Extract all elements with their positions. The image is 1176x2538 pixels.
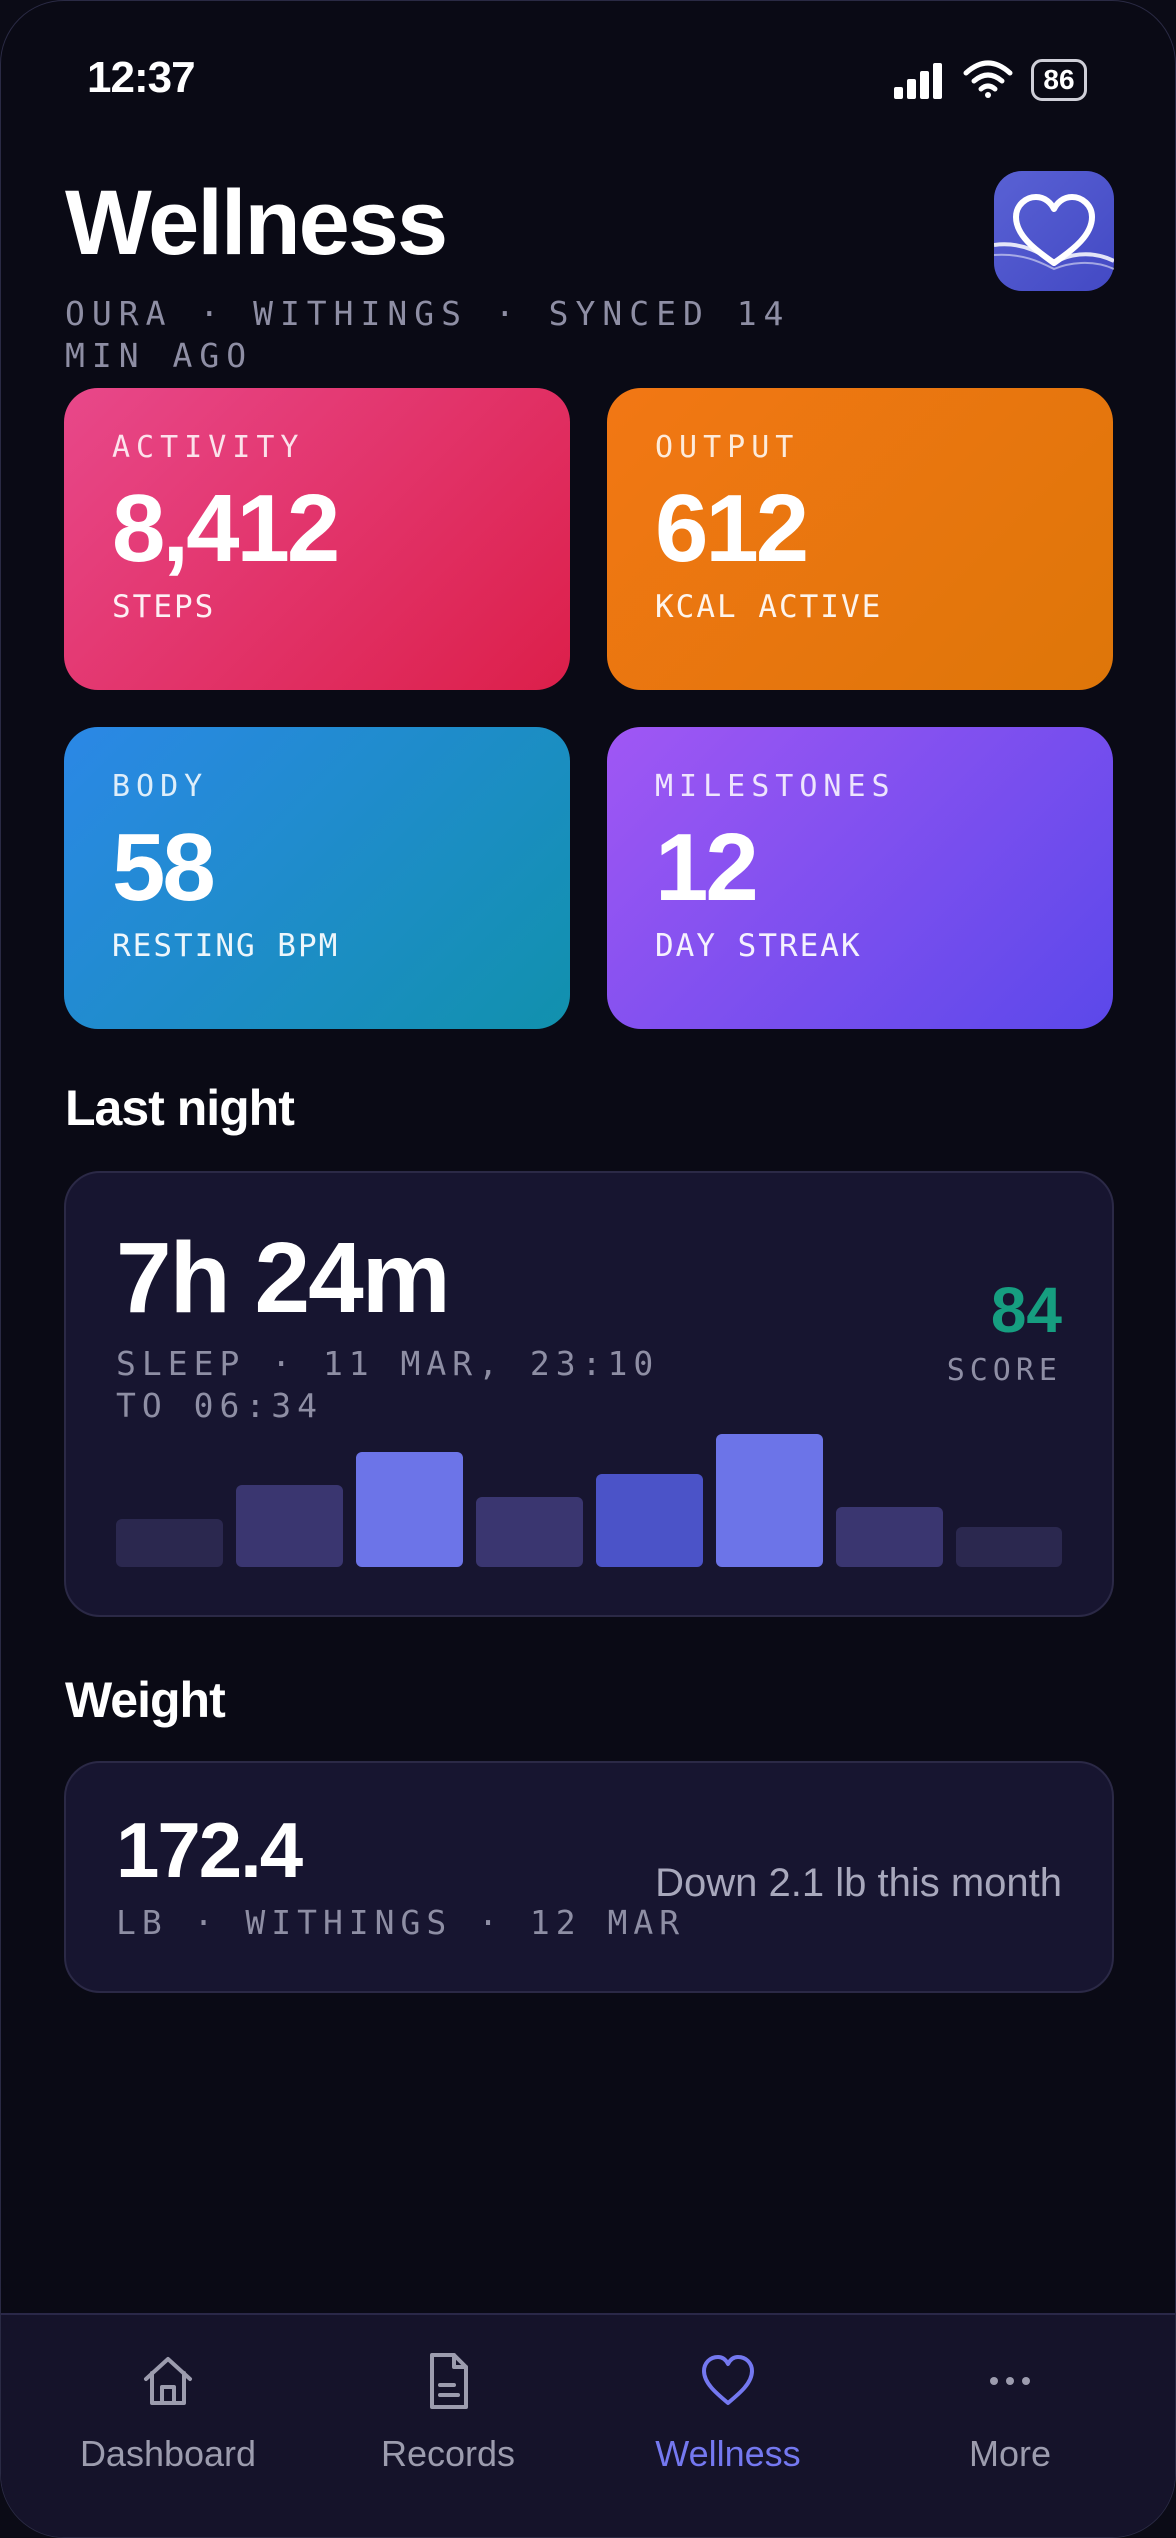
tile-label: OUTPUT — [655, 430, 800, 465]
tab-wellness[interactable]: Wellness — [581, 2315, 875, 2515]
page-title: Wellness — [65, 172, 448, 274]
sleep-bar — [956, 1527, 1062, 1567]
activity-tile[interactable]: ACTIVITY 8,412 STEPS — [64, 388, 570, 690]
sleep-section-title: Last night — [65, 1080, 295, 1136]
sleep-score: 84 — [990, 1274, 1062, 1346]
tab-records[interactable]: Records — [301, 2315, 595, 2515]
sleep-bar — [476, 1497, 583, 1567]
tile-value: 12 — [655, 814, 759, 921]
tile-value: 8,412 — [112, 475, 340, 582]
tile-label: BODY — [112, 769, 209, 804]
tab-label: Wellness — [655, 2433, 801, 2474]
weight-trend: Down 2.1 lb this month — [655, 1861, 1062, 1905]
sleep-bar — [596, 1474, 703, 1567]
home-icon — [144, 2357, 192, 2405]
milestones-tile[interactable]: MILESTONES 12 DAY STREAK — [607, 727, 1113, 1029]
tile-unit: DAY STREAK — [655, 928, 862, 964]
body-tile[interactable]: BODY 58 RESTING BPM — [64, 727, 570, 1029]
sleep-card[interactable]: 7h 24m SLEEP · 11 MAR, 23:10 TO 06:34 84… — [64, 1171, 1114, 1617]
tab-label: More — [968, 2433, 1052, 2474]
sleep-bar — [836, 1507, 943, 1567]
status-bar: 12:37 86 — [1, 1, 1175, 151]
sleep-score-label: SCORE — [946, 1353, 1062, 1388]
tile-value: 58 — [112, 814, 216, 921]
tile-value: 612 — [655, 475, 809, 582]
weight-value: 172.4 — [116, 1806, 303, 1894]
sleep-bar — [716, 1434, 823, 1567]
tile-unit: KCAL ACTIVE — [655, 589, 883, 625]
tab-dashboard[interactable]: Dashboard — [21, 2315, 315, 2515]
output-tile[interactable]: OUTPUT 612 KCAL ACTIVE — [607, 388, 1113, 690]
weight-section-title: Weight — [65, 1672, 226, 1728]
weight-card[interactable]: 172.4 LB · WITHINGS · 12 MAR Down 2.1 lb… — [64, 1761, 1114, 1993]
document-icon — [430, 2353, 468, 2409]
wifi-icon — [963, 60, 1013, 98]
tile-label: ACTIVITY — [112, 430, 305, 465]
tile-unit: STEPS — [112, 589, 216, 625]
wellness-app-icon[interactable] — [993, 171, 1115, 291]
tile-unit: RESTING BPM — [112, 928, 340, 964]
more-icon — [990, 2377, 1030, 2385]
sleep-bar — [116, 1519, 223, 1567]
status-time: 12:37 — [87, 53, 196, 102]
tab-bar: Dashboard Records Wellness More — [1, 2313, 1175, 2537]
signal-icon — [894, 63, 942, 99]
sleep-duration: 7h 24m — [116, 1222, 451, 1334]
sleep-detail: SLEEP · 11 MAR, 23:10 TO 06:34 — [116, 1344, 660, 1425]
tab-more[interactable]: More — [863, 2315, 1157, 2515]
tile-label: MILESTONES — [655, 769, 896, 804]
tab-label: Records — [380, 2433, 516, 2474]
phone-screen: 12:37 86 Wellness OURA · WITHINGS · SYNC… — [0, 0, 1176, 2538]
sleep-bar — [236, 1485, 343, 1567]
battery-indicator: 86 — [1031, 59, 1087, 101]
sleep-stage-bars — [116, 1434, 1062, 1567]
sync-status: OURA · WITHINGS · SYNCED 14 MIN AGO — [65, 294, 791, 375]
heart-icon — [702, 2355, 754, 2405]
tab-label: Dashboard — [79, 2433, 257, 2474]
sleep-bar — [356, 1452, 463, 1567]
heart-logo-icon — [993, 194, 1115, 271]
weight-detail: LB · WITHINGS · 12 MAR — [116, 1903, 686, 1942]
